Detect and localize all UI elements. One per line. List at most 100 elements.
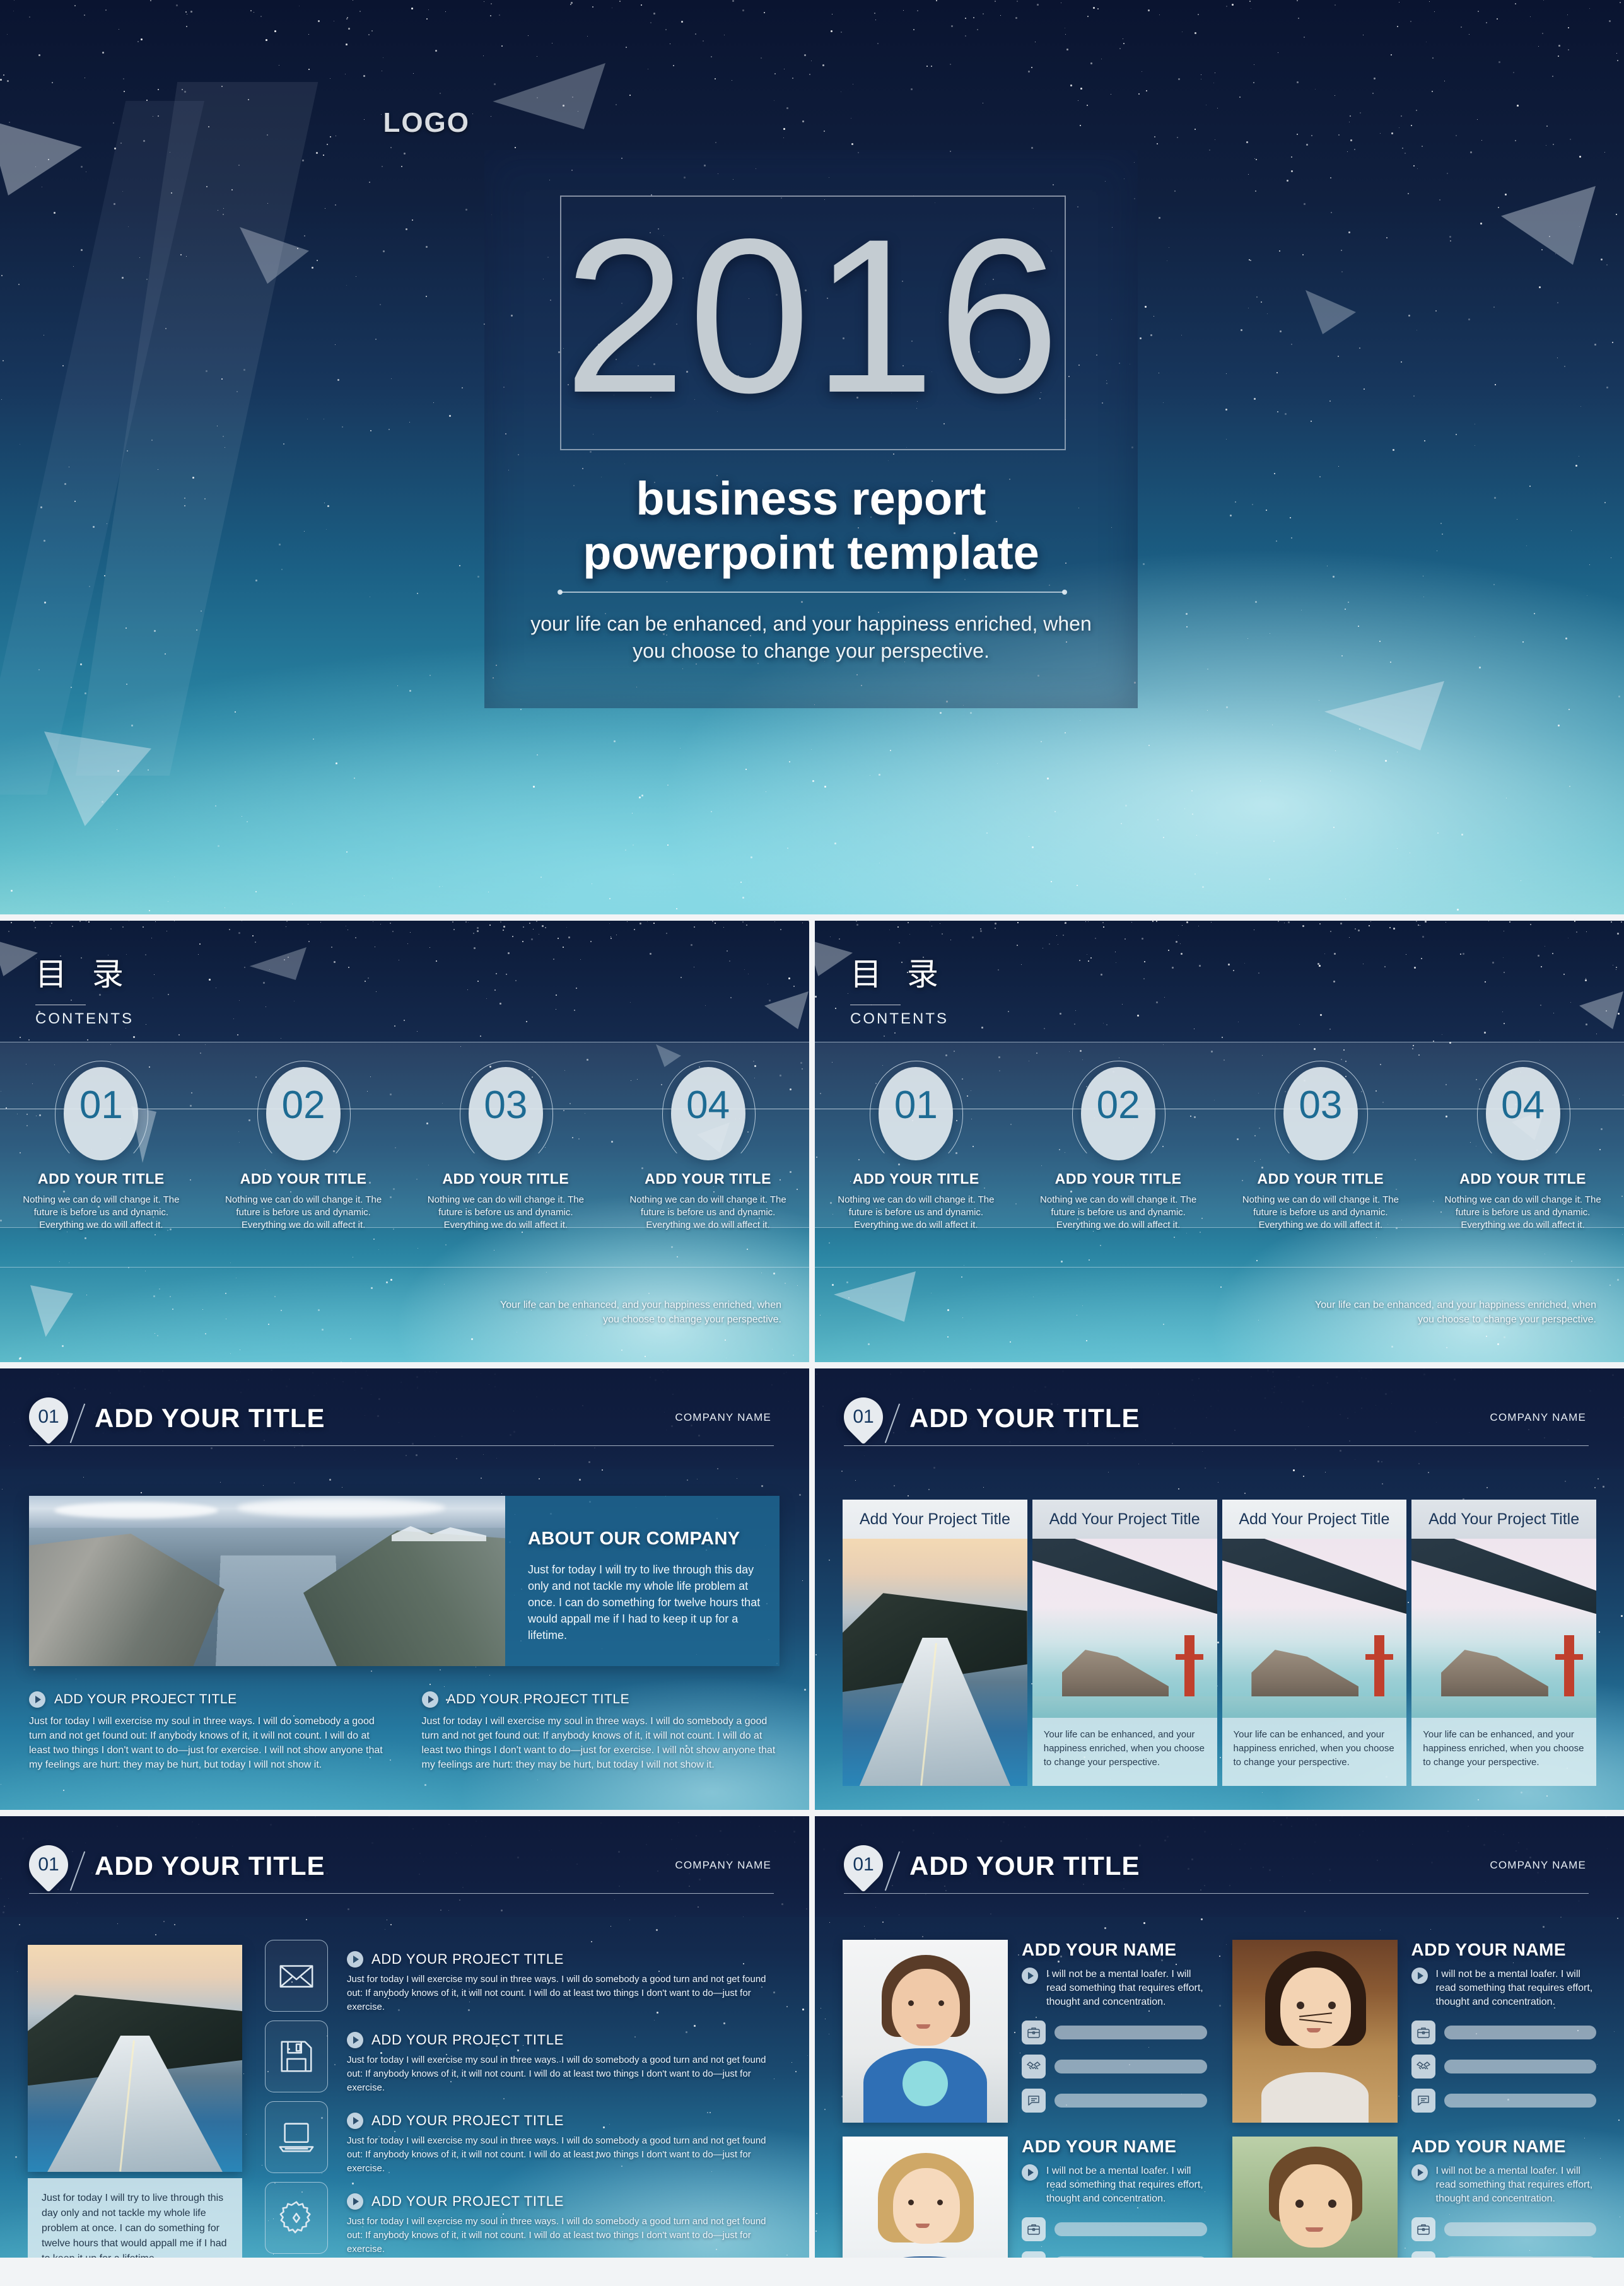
page-title: ADD YOUR TITLE — [95, 1851, 325, 1881]
team-card[interactable]: ADD YOUR NAME I will not be a mental loa… — [1232, 1940, 1596, 2123]
team-card[interactable]: ADD YOUR NAME I will not be a mental loa… — [843, 1940, 1207, 2123]
skill-track — [1054, 2222, 1207, 2236]
contents-item[interactable]: 02 ADD YOUR TITLE Nothing we can do will… — [202, 1042, 405, 1232]
project-tab-label[interactable]: Add Your Project Title — [1032, 1500, 1217, 1539]
play-icon — [1022, 2164, 1038, 2181]
play-icon — [1411, 1968, 1428, 1984]
contents-item-number: 03 — [484, 1083, 528, 1127]
skill-bar-row — [1411, 2217, 1596, 2241]
header-slash — [884, 1403, 901, 1443]
photo-bridge-deck — [1222, 1539, 1407, 1624]
portrait-mouth — [916, 2224, 930, 2228]
project-tab-label[interactable]: Add Your Project Title — [843, 1500, 1027, 1539]
photo-sea — [1222, 1696, 1407, 1718]
envelope-icon — [265, 1940, 328, 2012]
contents-footer: Your life can be enhanced, and your happ… — [500, 1300, 781, 1325]
contents-item-number: 03 — [1299, 1083, 1343, 1127]
contents-item[interactable]: 03 ADD YOUR TITLE Nothing we can do will… — [1220, 1042, 1422, 1232]
skill-bars — [1411, 2217, 1596, 2258]
bridge-photo — [1222, 1539, 1407, 1718]
slide-cover: LOGO 2016 business report powerpoint tem… — [0, 0, 1624, 914]
contents-item-desc: Nothing we can do will change it. The fu… — [629, 1194, 786, 1230]
avatar — [1232, 2137, 1398, 2258]
photo-cloud — [54, 1502, 218, 1519]
contents-item[interactable]: 01 ADD YOUR TITLE Nothing we can do will… — [815, 1042, 1017, 1232]
project-tab[interactable]: Add Your Project Title — [843, 1500, 1027, 1786]
page-title: ADD YOUR TITLE — [909, 1403, 1140, 1433]
icon-feature-row[interactable]: ADD YOUR PROJECT TITLE Just for today I … — [265, 2101, 784, 2182]
project-tab-label[interactable]: Add Your Project Title — [1222, 1500, 1407, 1539]
project-tab-caption: Your life can be enhanced, and your happ… — [1222, 1718, 1407, 1786]
project-title: ADD YOUR PROJECT TITLE — [371, 2113, 564, 2128]
team-bio-row: I will not be a mental loafer. I will re… — [1411, 2164, 1597, 2206]
contents-item-title: ADD YOUR TITLE — [852, 1170, 979, 1187]
contents-item-circle: 01 — [870, 1061, 964, 1168]
icon-feature-row[interactable]: ADD YOUR PROJECT TITLE Just for today I … — [265, 1940, 784, 2021]
team-info: ADD YOUR NAME I will not be a mental loa… — [1411, 2137, 1597, 2258]
play-icon — [347, 2193, 363, 2210]
contents-item[interactable]: 02 ADD YOUR TITLE Nothing we can do will… — [1017, 1042, 1220, 1232]
skill-track — [1444, 2026, 1596, 2039]
divider — [844, 1445, 1589, 1446]
company-name: COMPANY NAME — [675, 1411, 771, 1423]
icon-feature-row[interactable]: ADD YOUR PROJECT TITLE Just for today I … — [265, 2182, 784, 2258]
slide-about-company: 01 ADD YOUR TITLE COMPANY NAME ABOUT OUR… — [0, 1368, 809, 1810]
chat-icon — [1022, 2089, 1046, 2113]
header-slash — [884, 1851, 901, 1891]
team-member-name: ADD YOUR NAME — [1411, 2137, 1567, 2156]
team-card[interactable]: ADD YOUR NAME I will not be a mental loa… — [843, 2137, 1207, 2258]
cover-heading-line1: business report — [636, 472, 986, 525]
contents-item-circle: 03 — [459, 1061, 553, 1168]
portrait-eye — [1328, 2200, 1336, 2208]
divider — [0, 1267, 809, 1268]
photo-cloud — [237, 1498, 445, 1517]
team-bio: I will not be a mental loafer. I will re… — [1435, 2166, 1593, 2204]
play-icon — [347, 1951, 363, 1968]
project-tab[interactable]: Add Your Project Title Your life can be … — [1222, 1500, 1407, 1786]
team-card[interactable]: ADD YOUR NAME I will not be a mental loa… — [1232, 2137, 1597, 2258]
icon-feature-body: ADD YOUR PROJECT TITLE Just for today I … — [347, 2021, 784, 2095]
skill-track — [1054, 2026, 1207, 2039]
contents-header: 目 录 CONTENTS — [815, 921, 1624, 1042]
portrait — [1232, 2137, 1398, 2258]
project-title-row: ADD YOUR PROJECT TITLE — [29, 1691, 388, 1708]
team-bio: I will not be a mental loafer. I will re… — [1046, 2166, 1203, 2204]
portrait-head — [1280, 1968, 1351, 2048]
header-badge: 01 — [21, 1389, 76, 1445]
photo-cliff-right — [303, 1531, 505, 1666]
handshake-icon — [1022, 2251, 1046, 2258]
portrait-mouth — [1306, 2028, 1321, 2032]
portrait-eye — [1295, 2200, 1304, 2208]
project-tab-label[interactable]: Add Your Project Title — [1411, 1500, 1596, 1539]
note-box: Just for today I will try to live throug… — [28, 2178, 242, 2258]
contents-item[interactable]: 04 ADD YOUR TITLE Nothing we can do will… — [1422, 1042, 1624, 1232]
contents-item[interactable]: 04 ADD YOUR TITLE Nothing we can do will… — [607, 1042, 809, 1232]
page-title: ADD YOUR TITLE — [909, 1851, 1140, 1881]
project-body: Just for today I will exercise my soul i… — [347, 2216, 766, 2254]
slide-header: 01 ADD YOUR TITLE COMPANY NAME — [0, 1368, 809, 1469]
project-tab[interactable]: Add Your Project Title Your life can be … — [1411, 1500, 1596, 1786]
cover-panel: 2016 business report powerpoint template… — [484, 150, 1138, 708]
skill-bar-row — [1022, 2021, 1207, 2044]
portrait — [843, 1940, 1008, 2123]
project-tab[interactable]: Add Your Project Title Your life can be … — [1032, 1500, 1217, 1786]
team-bio: I will not be a mental loafer. I will re… — [1435, 1969, 1593, 2007]
page-title: ADD YOUR TITLE — [95, 1403, 325, 1433]
contents-item-desc: Nothing we can do will change it. The fu… — [838, 1194, 995, 1230]
laptop-icon — [265, 2101, 328, 2173]
icon-feature-list: ADD YOUR PROJECT TITLE Just for today I … — [265, 1940, 784, 2258]
header-badge: 01 — [836, 1837, 891, 1892]
icon-feature-row[interactable]: ADD YOUR PROJECT TITLE Just for today I … — [265, 2021, 784, 2101]
gear-icon — [265, 2182, 328, 2254]
contents-item[interactable]: 03 ADD YOUR TITLE Nothing we can do will… — [405, 1042, 607, 1232]
contents-item-circle: 02 — [1072, 1061, 1166, 1168]
briefcase-icon — [1022, 2021, 1046, 2044]
project-tab-caption: Your life can be enhanced, and your happ… — [1411, 1718, 1596, 1786]
contents-item-title: ADD YOUR TITLE — [37, 1170, 165, 1187]
contents-item-title: ADD YOUR TITLE — [645, 1170, 772, 1187]
play-icon — [1411, 2164, 1428, 2181]
contents-item[interactable]: 01 ADD YOUR TITLE Nothing we can do will… — [0, 1042, 202, 1232]
skill-bar-row — [1022, 2055, 1207, 2079]
project-body: Just for today I will exercise my soul i… — [347, 2135, 766, 2174]
portrait — [1232, 1940, 1398, 2123]
